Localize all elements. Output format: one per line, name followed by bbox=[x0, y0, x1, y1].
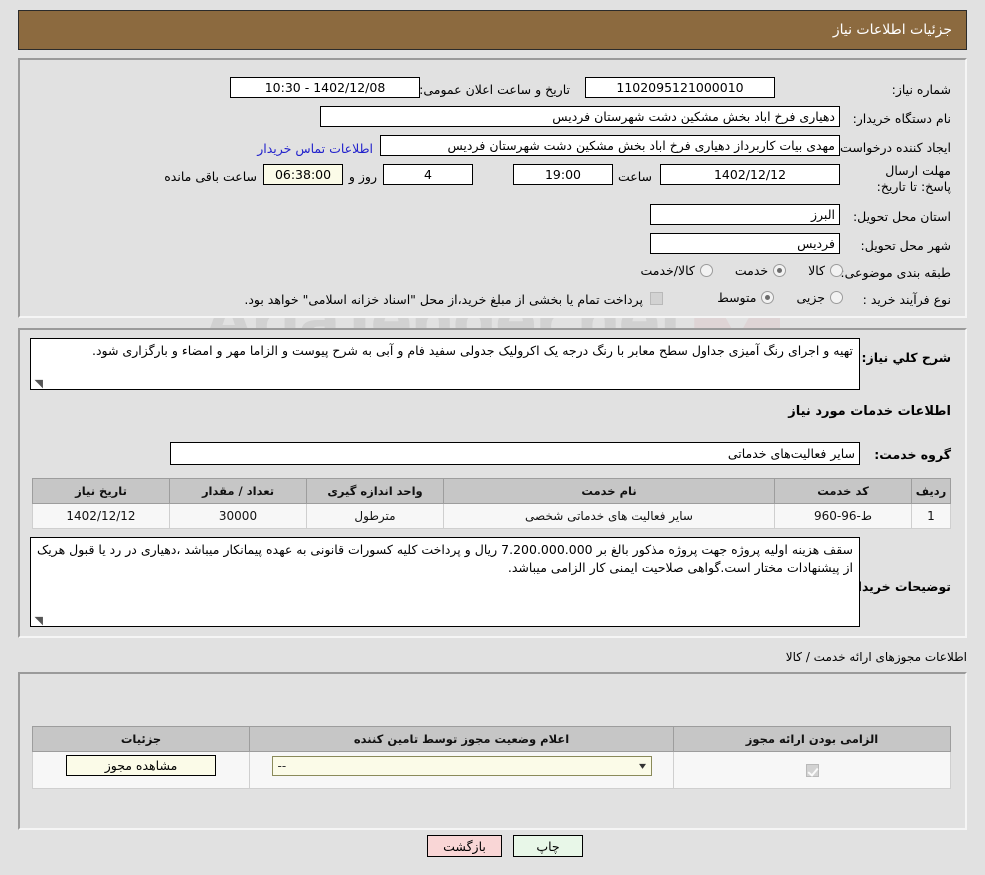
deadline-date-field[interactable]: 1402/12/12 bbox=[660, 164, 840, 185]
chevron-down-icon: ▾ bbox=[639, 760, 647, 772]
remaining-days-label: روز و bbox=[348, 169, 377, 184]
print-button[interactable]: چاپ bbox=[513, 835, 583, 857]
permit-required-checkbox bbox=[805, 764, 819, 777]
description-textarea[interactable]: تهیه و اجرای رنگ آمیزی جداول سطح معابر ب… bbox=[30, 338, 860, 390]
description-label: شرح کلي نياز: bbox=[861, 350, 951, 365]
category-radio-group[interactable]: کالا خدمت کالا/خدمت bbox=[640, 263, 843, 278]
back-button[interactable]: بازگشت bbox=[427, 835, 502, 857]
resize-grip-icon[interactable]: ◥ bbox=[34, 378, 43, 389]
remaining-time-label: ساعت باقی مانده bbox=[164, 169, 257, 184]
resize-grip-icon-2[interactable]: ◥ bbox=[34, 615, 43, 626]
cell-row: 1 bbox=[911, 503, 951, 529]
services-heading: اطلاعات خدمات مورد نیاز bbox=[788, 404, 951, 419]
category-radio-kala-khedmat-label: کالا/خدمت bbox=[640, 263, 695, 278]
category-radio-kala[interactable] bbox=[830, 264, 843, 277]
permits-caption: اطلاعات مجوزهای ارائه خدمت / کالا bbox=[785, 650, 967, 664]
cell-required bbox=[673, 751, 951, 789]
process-radio-jozei[interactable] bbox=[830, 291, 843, 304]
category-radio-khedmat-label: خدمت bbox=[734, 263, 769, 278]
deadline-label: مهلت ارسال پاسخ: تا تاریخ: bbox=[876, 163, 951, 194]
cell-unit: مترطول bbox=[306, 503, 444, 529]
province-field[interactable]: البرز bbox=[650, 204, 840, 225]
deadline-time-label: ساعت bbox=[617, 169, 652, 184]
process-radio-jozei-label: جزیی bbox=[796, 290, 825, 305]
cell-name: سایر فعالیت های خدماتی شخصی bbox=[443, 503, 775, 529]
city-field[interactable]: فردیس bbox=[650, 233, 840, 254]
category-radio-kala-khedmat[interactable] bbox=[699, 264, 713, 277]
buyer-org-label: نام دستگاه خریدار: bbox=[852, 111, 951, 126]
remaining-time-field[interactable]: 06:38:00 bbox=[263, 164, 343, 185]
need-number-label: شماره نیاز: bbox=[891, 82, 951, 97]
col-status: اعلام وضعیت مجوز توسط تامین کننده bbox=[249, 726, 674, 752]
service-group-label: گروه خدمت: bbox=[874, 447, 951, 462]
permit-status-select[interactable]: ▾ -- bbox=[271, 756, 652, 776]
city-label: شهر محل تحویل: bbox=[860, 238, 951, 253]
cell-quantity: 30000 bbox=[169, 503, 307, 529]
announce-datetime-field[interactable]: 1402/12/08 - 10:30 bbox=[230, 77, 420, 98]
col-quantity: تعداد / مقدار bbox=[169, 478, 307, 504]
province-label: استان محل تحویل: bbox=[852, 209, 951, 224]
description-services-panel: شرح کلي نياز: تهیه و اجرای رنگ آمیزی جدا… bbox=[18, 328, 967, 638]
requester-label: ایجاد کننده درخواست: bbox=[835, 140, 951, 155]
permits-table-header-row: الزامی بودن ارائه مجوز اعلام وضعیت مجوز … bbox=[32, 726, 951, 752]
category-label: طبقه بندی موضوعی: bbox=[840, 265, 951, 280]
need-info-panel: شماره نیاز: 1102095121000010 تاریخ و ساع… bbox=[18, 58, 967, 318]
buyer-contact-link[interactable]: اطلاعات تماس خریدار bbox=[257, 141, 373, 156]
page-header: جزئیات اطلاعات نیاز bbox=[18, 10, 967, 50]
description-text: تهیه و اجرای رنگ آمیزی جداول سطح معابر ب… bbox=[91, 343, 853, 358]
permit-status-value: -- bbox=[277, 759, 287, 773]
permits-table: الزامی بودن ارائه مجوز اعلام وضعیت مجوز … bbox=[32, 726, 951, 789]
col-details: جزئیات bbox=[32, 726, 250, 752]
col-unit: واحد اندازه گیری bbox=[306, 478, 444, 504]
buyer-org-field[interactable]: دهیاری فرخ اباد بخش مشکین دشت شهرستان فر… bbox=[320, 106, 840, 127]
buyer-notes-label: توضیحات خریدار: bbox=[845, 579, 951, 594]
page-title: جزئیات اطلاعات نیاز bbox=[832, 22, 952, 38]
services-table: ردیف کد خدمت نام خدمت واحد اندازه گیری ت… bbox=[32, 478, 951, 529]
treasury-checkbox[interactable] bbox=[650, 292, 663, 305]
cell-details: مشاهده مجوز bbox=[32, 751, 250, 789]
cell-status: ▾ -- bbox=[249, 751, 674, 789]
process-radio-motevaset-label: متوسط bbox=[717, 290, 757, 305]
category-radio-kala-label: کالا bbox=[808, 263, 825, 278]
cell-date: 1402/12/12 bbox=[32, 503, 170, 529]
col-required: الزامی بودن ارائه مجوز bbox=[673, 726, 951, 752]
cell-code: ط-96-960 bbox=[774, 503, 912, 529]
col-date: تاریخ نیاز bbox=[32, 478, 170, 504]
col-code: کد خدمت bbox=[774, 478, 912, 504]
col-name: نام خدمت bbox=[443, 478, 775, 504]
col-row: ردیف bbox=[911, 478, 951, 504]
deadline-time-field[interactable]: 19:00 bbox=[513, 164, 613, 185]
treasury-note: پرداخت تمام یا بخشی از مبلغ خرید،از محل … bbox=[244, 292, 643, 307]
need-number-field[interactable]: 1102095121000010 bbox=[585, 77, 775, 98]
buyer-notes-text: سقف هزینه اولیه پروژه جهت پروژه مذکور با… bbox=[37, 542, 853, 575]
process-radio-motevaset[interactable] bbox=[761, 291, 775, 304]
service-group-field[interactable]: سایر فعالیت‌های خدماتی bbox=[170, 442, 860, 465]
table-row: 1 ط-96-960 سایر فعالیت های خدماتی شخصی م… bbox=[32, 503, 951, 529]
table-row: ▾ -- مشاهده مجوز bbox=[32, 751, 951, 789]
permits-panel: الزامی بودن ارائه مجوز اعلام وضعیت مجوز … bbox=[18, 672, 967, 830]
view-permit-button[interactable]: مشاهده مجوز bbox=[66, 755, 216, 776]
process-label: نوع فرآیند خرید : bbox=[862, 292, 951, 307]
services-table-header-row: ردیف کد خدمت نام خدمت واحد اندازه گیری ت… bbox=[32, 478, 951, 504]
announce-datetime-label: تاریخ و ساعت اعلان عمومی: bbox=[419, 82, 570, 97]
remaining-days-field[interactable]: 4 bbox=[383, 164, 473, 185]
requester-field[interactable]: مهدی بیات کاربرداز دهیاری فرخ اباد بخش م… bbox=[380, 135, 840, 156]
buyer-notes-textarea[interactable]: سقف هزینه اولیه پروژه جهت پروژه مذکور با… bbox=[30, 537, 860, 627]
category-radio-khedmat[interactable] bbox=[773, 264, 787, 277]
process-radio-group[interactable]: جزیی متوسط bbox=[717, 290, 843, 305]
